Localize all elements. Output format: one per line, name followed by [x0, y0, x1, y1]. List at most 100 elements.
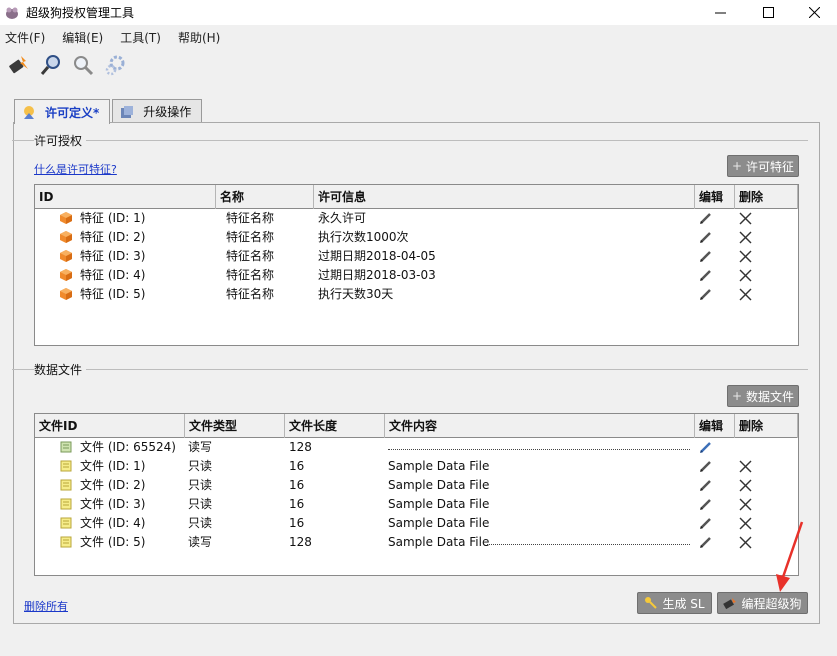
file-id: 文件 (ID: 3)	[80, 497, 146, 511]
program-dongle-label: 编程超级狗	[741, 596, 802, 611]
maximize-button[interactable]	[745, 0, 791, 25]
file-content: Sample Data File	[388, 535, 490, 549]
table-row[interactable]: 文件 (ID: 3) 只读 16 Sample Data File	[35, 495, 798, 514]
delete-icon[interactable]	[739, 479, 752, 492]
feature-license-info: 过期日期2018-04-05	[318, 249, 436, 263]
flash-button[interactable]	[6, 52, 32, 78]
edit-icon[interactable]	[699, 440, 713, 454]
col-edit[interactable]: 编辑	[695, 414, 735, 438]
title-bar: 超级狗授权管理工具	[0, 0, 837, 25]
edit-icon[interactable]	[699, 268, 713, 282]
data-file-icon	[60, 460, 72, 472]
col-file-id[interactable]: 文件ID	[35, 414, 185, 438]
delete-icon[interactable]	[739, 460, 752, 473]
generate-sl-button[interactable]: 生成 SL	[637, 592, 712, 614]
menu-tools[interactable]: 工具(T)	[120, 29, 161, 46]
edit-icon[interactable]	[699, 287, 713, 301]
tab-license-label: 许可定义*	[45, 105, 100, 120]
settings-button[interactable]	[102, 52, 128, 78]
edit-icon[interactable]	[699, 249, 713, 263]
menu-help[interactable]: 帮助(H)	[178, 29, 220, 46]
edit-icon[interactable]	[699, 211, 713, 225]
file-type: 读写	[188, 440, 213, 454]
add-data-file-button[interactable]: + 数据文件	[727, 385, 799, 407]
col-id[interactable]: ID	[35, 185, 216, 209]
file-length: 16	[289, 459, 305, 473]
data-rows: 文件 (ID: 65524) 读写 128 文件 (ID: 1) 只读 16 S…	[35, 438, 798, 552]
add-license-feature-label: 许可特征	[746, 159, 795, 174]
delete-icon[interactable]	[739, 536, 752, 549]
col-file-content[interactable]: 文件内容	[385, 414, 695, 438]
col-edit[interactable]: 编辑	[695, 185, 735, 209]
delete-icon[interactable]	[739, 212, 752, 225]
maximize-icon	[762, 7, 774, 18]
close-button[interactable]	[791, 0, 837, 25]
table-row[interactable]: 特征 (ID: 2) 特征名称 执行次数1000次	[35, 228, 798, 247]
col-license-info[interactable]: 许可信息	[314, 185, 695, 209]
menu-bar: 文件(F) 编辑(E) 工具(T) 帮助(H)	[0, 26, 837, 48]
minimize-icon	[714, 12, 726, 14]
col-delete[interactable]: 删除	[735, 414, 798, 438]
col-delete[interactable]: 删除	[735, 185, 798, 209]
key-icon	[645, 597, 658, 609]
tab-license-definition[interactable]: 许可定义*	[14, 99, 111, 124]
data-file-icon	[60, 498, 72, 510]
feature-license-info: 执行天数30天	[318, 287, 394, 301]
feature-name: 特征名称	[226, 249, 275, 263]
file-length: 128	[289, 535, 312, 549]
file-id: 文件 (ID: 65524)	[80, 440, 176, 454]
delete-icon[interactable]	[739, 498, 752, 511]
menu-file[interactable]: 文件(F)	[5, 29, 45, 46]
annotation-arrow-icon	[776, 521, 804, 592]
col-name[interactable]: 名称	[216, 185, 314, 209]
delete-icon[interactable]	[739, 250, 752, 263]
zoom-button[interactable]	[70, 52, 96, 78]
license-help-link[interactable]: 什么是许可特征?	[34, 161, 117, 177]
feature-name: 特征名称	[226, 268, 275, 282]
col-file-length[interactable]: 文件长度	[285, 414, 385, 438]
license-group-title: 许可授权	[34, 132, 87, 149]
table-row[interactable]: 文件 (ID: 1) 只读 16 Sample Data File	[35, 457, 798, 476]
data-file-icon	[60, 536, 72, 548]
edit-icon[interactable]	[699, 478, 713, 492]
table-row[interactable]: 特征 (ID: 4) 特征名称 过期日期2018-03-03	[35, 266, 798, 285]
feature-license-info: 执行次数1000次	[318, 230, 409, 244]
delete-icon[interactable]	[739, 517, 752, 530]
table-row[interactable]: 文件 (ID: 5) 读写 128 Sample Data File	[35, 533, 798, 552]
feature-id: 特征 (ID: 4)	[80, 268, 146, 282]
table-row[interactable]: 文件 (ID: 4) 只读 16 Sample Data File	[35, 514, 798, 533]
delete-all-link[interactable]: 删除所有	[24, 598, 68, 614]
add-license-feature-button[interactable]: + 许可特征	[727, 155, 799, 177]
edit-icon[interactable]	[699, 459, 713, 473]
feature-id: 特征 (ID: 5)	[80, 287, 146, 301]
app-icon	[6, 7, 18, 19]
minimize-button[interactable]	[697, 0, 743, 25]
table-row[interactable]: 特征 (ID: 1) 特征名称 永久许可	[35, 209, 798, 228]
edit-icon[interactable]	[699, 230, 713, 244]
table-row[interactable]: 文件 (ID: 65524) 读写 128	[35, 438, 798, 457]
feature-cube-icon	[60, 288, 72, 300]
file-id: 文件 (ID: 2)	[80, 478, 146, 492]
edit-icon[interactable]	[699, 535, 713, 549]
data-group-title: 数据文件	[34, 361, 87, 378]
menu-edit[interactable]: 编辑(E)	[62, 29, 103, 46]
toolbar	[6, 52, 128, 82]
delete-icon[interactable]	[739, 288, 752, 301]
delete-icon[interactable]	[739, 231, 752, 244]
license-table: ID 名称 许可信息 编辑 删除 特征 (ID: 1) 特征名称 永久许可 特征…	[34, 184, 799, 346]
search-button[interactable]	[38, 52, 64, 78]
table-row[interactable]: 特征 (ID: 3) 特征名称 过期日期2018-04-05	[35, 247, 798, 266]
tab-upgrade[interactable]: 升级操作	[112, 99, 203, 123]
add-data-file-label: 数据文件	[746, 389, 795, 404]
feature-cube-icon	[60, 231, 72, 243]
file-type: 只读	[188, 497, 213, 511]
col-file-type[interactable]: 文件类型	[185, 414, 285, 438]
file-length: 128	[289, 440, 312, 454]
edit-icon[interactable]	[699, 516, 713, 530]
feature-name: 特征名称	[226, 211, 275, 225]
close-icon	[808, 7, 820, 18]
edit-icon[interactable]	[699, 497, 713, 511]
delete-icon[interactable]	[739, 269, 752, 282]
table-row[interactable]: 文件 (ID: 2) 只读 16 Sample Data File	[35, 476, 798, 495]
table-row[interactable]: 特征 (ID: 5) 特征名称 执行天数30天	[35, 285, 798, 304]
